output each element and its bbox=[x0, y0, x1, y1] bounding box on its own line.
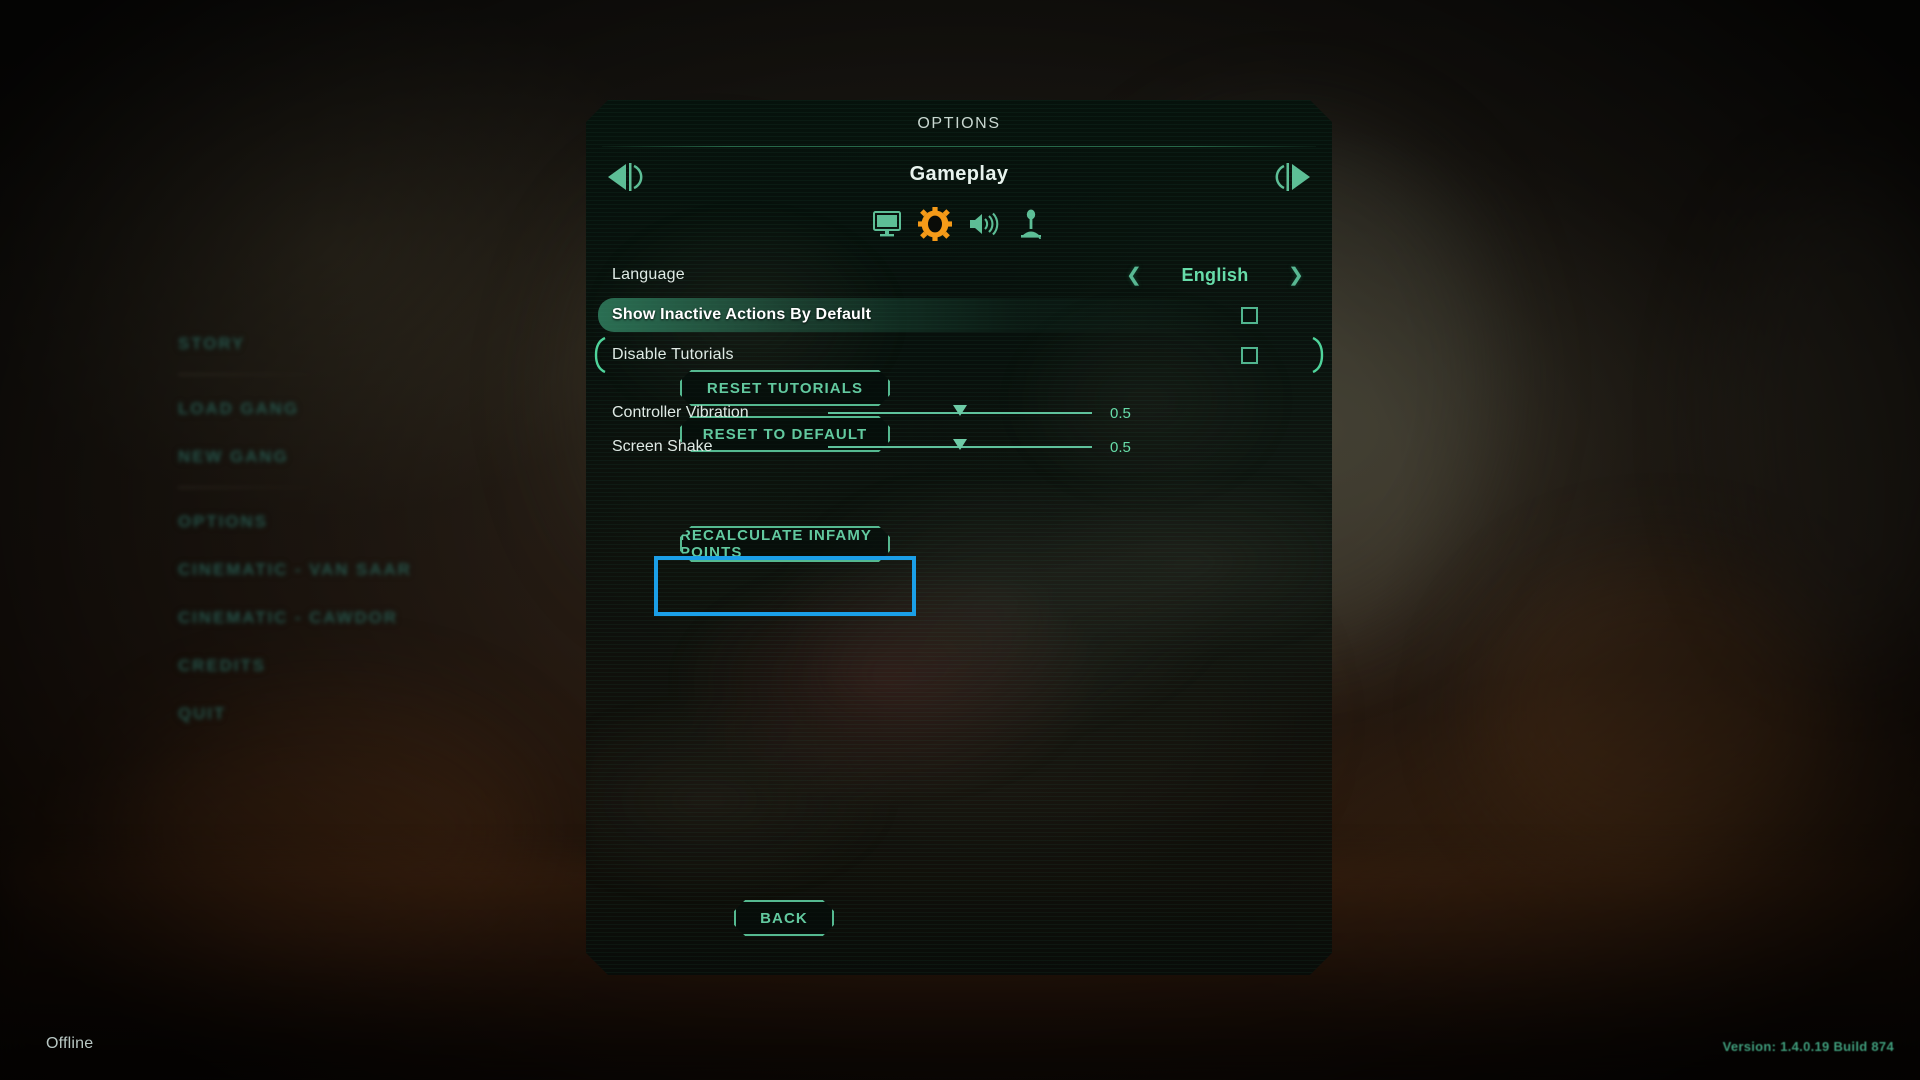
menu-divider bbox=[178, 487, 328, 488]
option-label: Show Inactive Actions By Default bbox=[612, 306, 872, 323]
show-inactive-actions-checkbox[interactable] bbox=[1241, 307, 1258, 324]
language-spinner: ❮ English ❯ bbox=[1126, 265, 1304, 286]
version-label: Version: 1.4.0.19 Build 874 bbox=[1722, 1039, 1894, 1054]
gear-icon[interactable] bbox=[913, 204, 957, 244]
category-selector: Gameplay bbox=[586, 158, 1332, 202]
menu-item-quit: QUIT bbox=[178, 704, 227, 723]
option-row-language[interactable]: Language ❮ English ❯ bbox=[586, 258, 1332, 292]
menu-item-cinematic-van-saar: CINEMATIC - VAN SAAR bbox=[178, 560, 412, 579]
language-next-button[interactable]: ❯ bbox=[1288, 266, 1304, 285]
back-button[interactable]: BACK bbox=[734, 900, 834, 936]
options-list: Language ❮ English ❯ Show Inactive Actio… bbox=[586, 258, 1332, 378]
language-prev-button[interactable]: ❮ bbox=[1126, 266, 1142, 285]
option-row-disable-tutorials[interactable]: Disable Tutorials bbox=[586, 338, 1332, 372]
selection-bracket-right-icon bbox=[1311, 337, 1324, 373]
title-divider bbox=[602, 146, 1316, 147]
slider-label: Screen Shake bbox=[612, 438, 713, 455]
slider-handle[interactable] bbox=[953, 405, 967, 416]
slider-handle[interactable] bbox=[953, 439, 967, 450]
menu-item-options: OPTIONS bbox=[178, 512, 268, 531]
slider-value: 0.5 bbox=[1110, 438, 1131, 456]
menu-item-credits: CREDITS bbox=[178, 656, 266, 675]
joystick-skull-icon[interactable] bbox=[1009, 204, 1053, 244]
settings-tabs bbox=[586, 204, 1332, 244]
menu-item-new-gang: NEW GANG bbox=[178, 447, 289, 466]
option-label: Language bbox=[612, 266, 685, 283]
menu-item-story: STORY bbox=[178, 334, 246, 353]
arrow-right-icon[interactable] bbox=[1270, 156, 1318, 198]
monitor-icon[interactable] bbox=[865, 204, 909, 244]
game-screen: STORY LOAD GANG NEW GANG OPTIONS CINEMAT… bbox=[0, 0, 1920, 1080]
screen-shake-slider[interactable] bbox=[828, 437, 1092, 457]
dialog-title: OPTIONS bbox=[917, 115, 1001, 132]
slider-row-controller-vibration: Controller Vibration 0.5 bbox=[586, 400, 1332, 426]
category-name: Gameplay bbox=[909, 163, 1009, 185]
controller-vibration-slider[interactable] bbox=[828, 403, 1092, 423]
slider-label: Controller Vibration bbox=[612, 404, 749, 421]
speaker-icon[interactable] bbox=[961, 204, 1005, 244]
menu-divider bbox=[178, 374, 328, 375]
slider-row-screen-shake: Screen Shake 0.5 bbox=[586, 434, 1332, 460]
option-row-show-inactive-actions[interactable]: Show Inactive Actions By Default bbox=[586, 298, 1332, 332]
recalculate-infamy-points-button[interactable]: RECALCULATE INFAMY POINTS bbox=[680, 526, 890, 562]
options-dialog: OPTIONS Gameplay Language ❮ English ❯ Sh… bbox=[586, 100, 1332, 975]
menu-item-cinematic-cawdor: CINEMATIC - CAWDOR bbox=[178, 608, 398, 627]
selection-bracket-left-icon bbox=[594, 337, 607, 373]
menu-item-load-gang: LOAD GANG bbox=[178, 399, 299, 418]
disable-tutorials-checkbox[interactable] bbox=[1241, 347, 1258, 364]
option-label: Disable Tutorials bbox=[612, 346, 734, 363]
main-menu: STORY LOAD GANG NEW GANG OPTIONS CINEMAT… bbox=[178, 320, 608, 738]
slider-value: 0.5 bbox=[1110, 404, 1131, 422]
language-value: English bbox=[1181, 264, 1249, 285]
connection-status: Offline bbox=[46, 1035, 94, 1052]
